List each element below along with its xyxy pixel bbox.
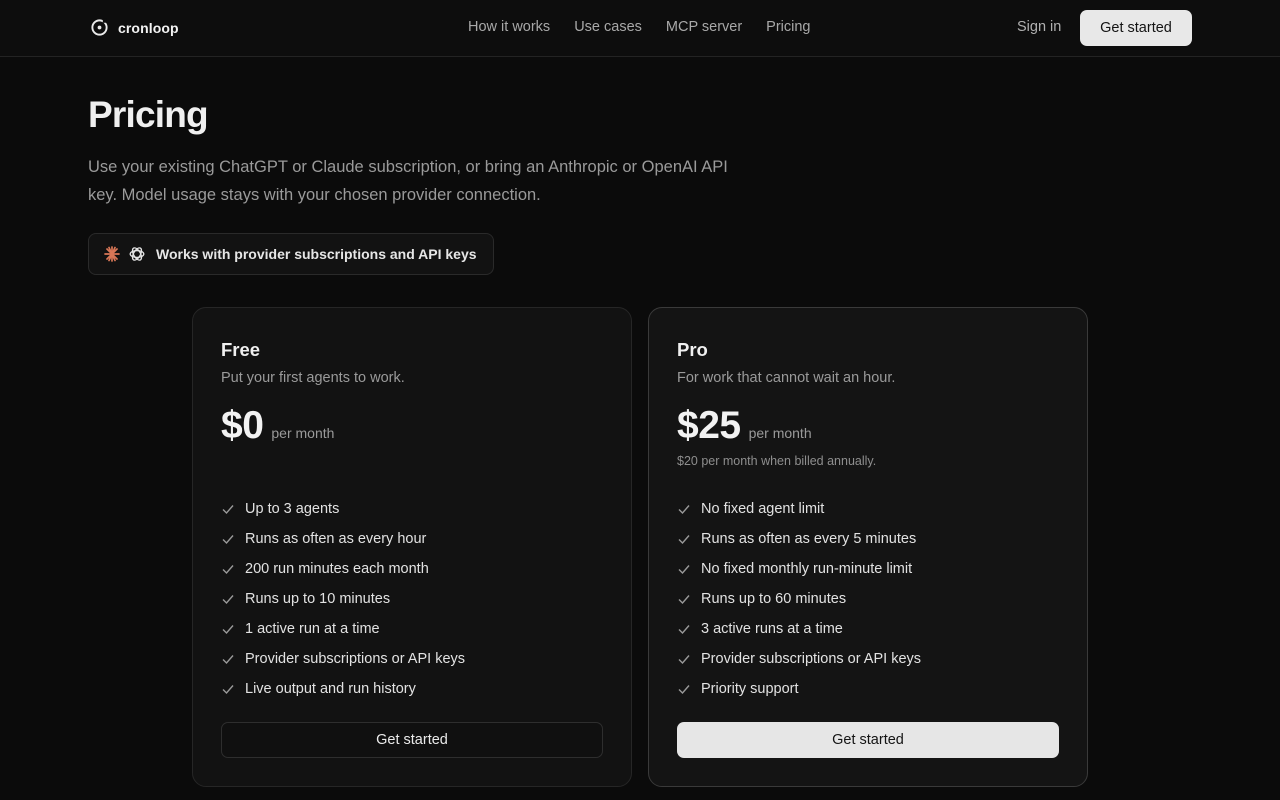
feature-item: Runs up to 60 minutes bbox=[677, 584, 921, 614]
feature-list: No fixed agent limit Runs as often as ev… bbox=[677, 494, 921, 704]
feature-item: No fixed agent limit bbox=[677, 494, 921, 524]
cronloop-logo-icon bbox=[91, 18, 108, 36]
feature-item: 3 active runs at a time bbox=[677, 614, 921, 644]
feature-text: Live output and run history bbox=[245, 681, 416, 697]
price-row: $0 per month bbox=[221, 404, 334, 448]
feature-text: Runs up to 10 minutes bbox=[245, 591, 391, 607]
check-icon bbox=[678, 565, 690, 575]
feature-text: 1 active run at a time bbox=[245, 621, 380, 637]
feature-item: Runs up to 10 minutes bbox=[221, 584, 465, 614]
get-started-button[interactable]: Get started bbox=[1080, 10, 1192, 46]
pro-plan-card: Pro For work that cannot wait an hour. $… bbox=[648, 307, 1088, 787]
badge-label: Works with provider subscriptions and AP… bbox=[156, 246, 477, 262]
feature-text: Provider subscriptions or API keys bbox=[245, 651, 466, 667]
plan-name: Pro bbox=[677, 339, 708, 360]
feature-list: Up to 3 agents Runs as often as every ho… bbox=[221, 494, 465, 704]
plan-name: Free bbox=[221, 339, 261, 360]
feature-item: Runs as often as every 5 minutes bbox=[677, 524, 921, 554]
feature-text: No fixed monthly run-minute limit bbox=[701, 561, 913, 577]
nav-link-mcp-server[interactable]: MCP server bbox=[666, 19, 742, 35]
top-nav-bar: cronloop How it works Use cases MCP serv… bbox=[0, 0, 1280, 57]
plan-description: Put your first agents to work. bbox=[221, 370, 405, 386]
price-period: per month bbox=[748, 425, 812, 441]
annual-billing-note: $20 per month when billed annually. bbox=[677, 454, 877, 468]
feature-item: Priority support bbox=[677, 674, 921, 704]
nav-link-how-it-works[interactable]: How it works bbox=[468, 19, 550, 35]
check-icon bbox=[678, 625, 690, 635]
page-title: Pricing bbox=[88, 94, 209, 135]
anthropic-icon bbox=[104, 246, 120, 262]
price-row: $25 per month bbox=[677, 404, 812, 448]
feature-text: Up to 3 agents bbox=[245, 501, 340, 517]
check-icon bbox=[678, 595, 690, 605]
pro-get-started-button[interactable]: Get started bbox=[677, 722, 1059, 758]
feature-item: Up to 3 agents bbox=[221, 494, 465, 524]
check-icon bbox=[678, 535, 690, 545]
check-icon bbox=[222, 625, 234, 635]
free-plan-card: Free Put your first agents to work. $0 p… bbox=[192, 307, 632, 787]
check-icon bbox=[222, 685, 234, 695]
feature-item: Provider subscriptions or API keys bbox=[221, 644, 465, 674]
check-icon bbox=[222, 565, 234, 575]
brand-logo[interactable]: cronloop bbox=[90, 18, 179, 37]
page-subtitle: Use your existing ChatGPT or Claude subs… bbox=[88, 158, 728, 204]
feature-item: Live output and run history bbox=[221, 674, 465, 704]
check-icon bbox=[222, 535, 234, 545]
feature-text: Runs up to 60 minutes bbox=[701, 591, 847, 607]
plan-description: For work that cannot wait an hour. bbox=[677, 370, 896, 386]
free-get-started-button[interactable]: Get started bbox=[221, 722, 603, 758]
check-icon bbox=[222, 595, 234, 605]
plan-price: $25 bbox=[677, 404, 741, 447]
feature-item: 1 active run at a time bbox=[221, 614, 465, 644]
price-period: per month bbox=[271, 425, 335, 441]
nav-link-use-cases[interactable]: Use cases bbox=[574, 19, 642, 35]
provider-badge: Works with provider subscriptions and AP… bbox=[88, 233, 494, 275]
feature-text: 3 active runs at a time bbox=[701, 621, 843, 637]
feature-text: Runs as often as every 5 minutes bbox=[701, 531, 917, 547]
check-icon bbox=[678, 685, 690, 695]
feature-text: Provider subscriptions or API keys bbox=[701, 651, 922, 667]
brand-name: cronloop bbox=[118, 19, 179, 36]
sign-in-link[interactable]: Sign in bbox=[1017, 19, 1061, 35]
feature-text: 200 run minutes each month bbox=[245, 561, 429, 577]
check-icon bbox=[222, 655, 234, 665]
feature-text: Runs as often as every hour bbox=[245, 531, 427, 547]
feature-item: Runs as often as every hour bbox=[221, 524, 465, 554]
feature-item: No fixed monthly run-minute limit bbox=[677, 554, 921, 584]
plan-price: $0 bbox=[221, 404, 264, 447]
check-icon bbox=[678, 505, 690, 515]
check-icon bbox=[678, 655, 690, 665]
main-nav: How it works Use cases MCP server Pricin… bbox=[468, 19, 811, 35]
check-icon bbox=[222, 505, 234, 515]
feature-item: Provider subscriptions or API keys bbox=[677, 644, 921, 674]
feature-text: Priority support bbox=[701, 681, 799, 697]
nav-link-pricing[interactable]: Pricing bbox=[766, 19, 810, 35]
openai-icon bbox=[129, 247, 145, 261]
feature-item: 200 run minutes each month bbox=[221, 554, 465, 584]
feature-text: No fixed agent limit bbox=[701, 501, 825, 517]
